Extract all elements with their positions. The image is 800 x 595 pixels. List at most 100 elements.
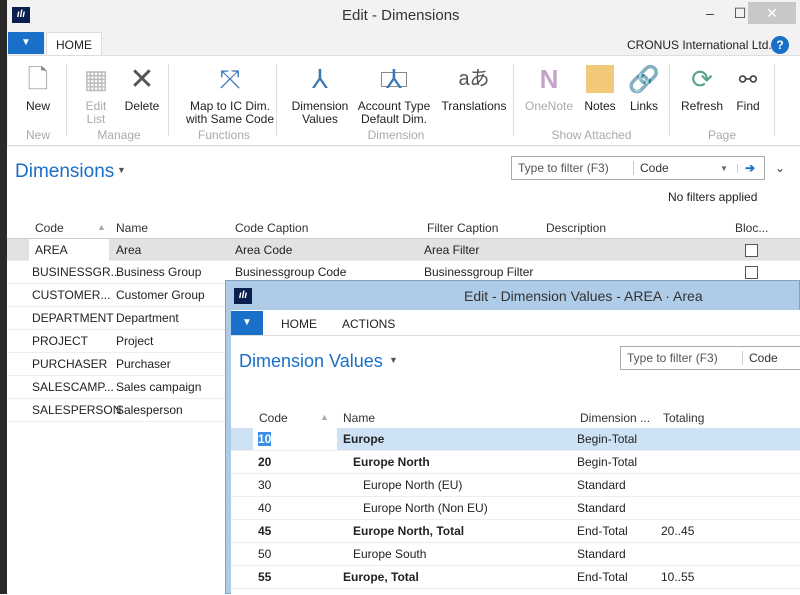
account-type-dimension-icon: ⅄	[354, 62, 434, 96]
column-header-totaling[interactable]: Totaling	[663, 411, 704, 425]
cell-dimension-value-type: Begin-Total	[577, 432, 638, 446]
links-icon: 🔗	[627, 63, 661, 94]
notes-icon	[580, 62, 620, 96]
dimension-values-button[interactable]: ⅄ Dimension Values	[288, 62, 352, 126]
map-ic-dim-button[interactable]: ⤧ Map to IC Dim. with Same Code	[174, 62, 286, 126]
cell-code: 55	[258, 570, 272, 584]
cell-dimension-value-type: Begin-Total	[577, 455, 638, 469]
column-header-name[interactable]: Name	[343, 411, 375, 425]
table-row[interactable]: 50 Europe South Standard	[231, 543, 800, 566]
page-title[interactable]: Dimension Values	[239, 351, 383, 372]
cell-totaling: 20..45	[661, 524, 695, 538]
cell-dimension-value-type: Standard	[577, 547, 626, 561]
cell-name: Europe South	[353, 547, 427, 561]
group-manage: Manage	[97, 128, 141, 142]
new-button[interactable]: 🗋 New	[18, 62, 58, 113]
window-title: Edit - Dimensions	[342, 7, 460, 24]
cell-dimension-value-type: End-Total	[577, 570, 628, 584]
chevron-down-icon[interactable]: ▼	[720, 163, 738, 173]
filter-box: Type to filter (F3) Code ▼ ➔	[511, 156, 765, 180]
cell-name: Europe	[343, 432, 385, 446]
cell-dimension-value-type: End-Total	[577, 524, 628, 538]
cell-dimension-value-type: Standard	[577, 478, 626, 492]
blocked-checkbox[interactable]	[745, 244, 758, 257]
cell-code: 10	[253, 428, 337, 450]
cell-code: 20	[258, 455, 272, 469]
blocked-checkbox[interactable]	[745, 266, 758, 279]
page-title[interactable]: Dimensions	[15, 161, 114, 183]
column-header-filter-caption[interactable]: Filter Caption	[427, 221, 498, 235]
cell-code: 50	[258, 547, 272, 561]
expand-filter-chevron-icon[interactable]: ⌄	[775, 161, 785, 175]
table-row[interactable]: 30 Europe North (EU) Standard	[231, 474, 800, 497]
column-header-code-caption[interactable]: Code Caption	[235, 221, 308, 235]
dimension-values-window: ılı Edit - Dimension Values - AREA · Are…	[225, 280, 800, 595]
cell-dimension-value-type: Standard	[577, 501, 626, 515]
page-title-dropdown-icon[interactable]: ▼	[117, 165, 126, 175]
onenote-button[interactable]: N OneNote	[520, 62, 578, 113]
refresh-icon: ⟳	[691, 63, 713, 94]
account-type-default-dim-button[interactable]: ⅄ Account Type Default Dim.	[354, 62, 434, 126]
edit-list-button[interactable]: ▦ Edit List	[76, 62, 116, 126]
table-row[interactable]: 40 Europe North (Non EU) Standard	[231, 497, 800, 520]
group-functions: Functions	[197, 128, 251, 142]
edit-list-icon: ▦	[83, 63, 109, 94]
notes-button[interactable]: Notes	[580, 62, 620, 113]
group-show-attached: Show Attached	[551, 128, 632, 142]
cell-code: 45	[258, 524, 272, 538]
filter-field-select[interactable]: Code	[743, 351, 778, 365]
navigation-menu-button[interactable]: ▼	[8, 32, 44, 54]
translations-button[interactable]: aあ Translations	[438, 62, 510, 113]
table-row[interactable]: 20 Europe North Begin-Total	[231, 451, 800, 474]
filter-box: Type to filter (F3) Code	[620, 346, 800, 370]
navigation-menu-button[interactable]: ▼	[231, 311, 263, 335]
group-dimension: Dimension	[367, 128, 425, 142]
links-button[interactable]: 🔗 Links	[624, 62, 664, 113]
binoculars-icon: ⚯	[738, 66, 758, 92]
find-button[interactable]: ⚯ Find	[730, 62, 766, 113]
app-logo-icon: ılı	[12, 7, 30, 23]
table-row[interactable]: 45 Europe North, Total End-Total 20..45	[231, 520, 800, 543]
ribbon: 🗋 New ▦ Edit List ✕ Delete ⤧ Map to IC Dim. …	[8, 55, 800, 146]
table-row[interactable]: 10 Europe Begin-Total	[231, 428, 800, 451]
delete-icon: ✕	[129, 62, 155, 96]
selected-code-text[interactable]: 10	[258, 432, 272, 446]
cell-name: Europe, Total	[343, 570, 419, 584]
filter-input[interactable]: Type to filter (F3)	[512, 161, 634, 175]
column-header-dimension-value-type[interactable]: Dimension ...	[580, 411, 650, 425]
page-title-dropdown-icon[interactable]: ▼	[389, 355, 398, 365]
close-button[interactable]: ✕	[748, 2, 796, 24]
column-header-code[interactable]: Code	[259, 411, 288, 425]
cell-name: Europe North (Non EU)	[363, 501, 488, 515]
tab-actions[interactable]: ACTIONS	[342, 317, 395, 331]
cell-name: Europe North	[353, 455, 430, 469]
table-row[interactable]: AREA Area Area Code Area Filter	[7, 238, 800, 261]
filter-status: No filters applied	[668, 190, 758, 204]
new-document-icon: 🗋	[27, 63, 49, 94]
column-header-description[interactable]: Description	[546, 221, 606, 235]
tab-home[interactable]: HOME	[46, 32, 102, 56]
window-title: Edit - Dimension Values - AREA · Area	[464, 288, 703, 304]
apply-filter-arrow-icon[interactable]: ➔	[738, 161, 762, 175]
cell-name: Europe North (EU)	[363, 478, 463, 492]
company-name: CRONUS International Ltd.	[627, 38, 772, 52]
translations-icon: aあ	[458, 67, 490, 90]
map-dimension-icon: ⤧	[219, 63, 241, 94]
tab-home[interactable]: HOME	[281, 317, 317, 331]
filter-field-select[interactable]: Code	[634, 161, 720, 175]
cell-name: Europe North, Total	[353, 524, 465, 538]
column-header-code[interactable]: Code	[35, 221, 64, 235]
minimize-button[interactable]: –	[693, 2, 727, 24]
group-new: New	[25, 128, 50, 142]
cell-totaling: 10..55	[661, 570, 695, 584]
help-icon[interactable]: ?	[771, 36, 789, 54]
table-row[interactable]: 55 Europe, Total End-Total 10..55	[231, 566, 800, 589]
group-page: Page	[707, 128, 737, 142]
delete-button[interactable]: ✕ Delete	[120, 62, 164, 113]
column-header-blocked[interactable]: Bloc...	[735, 221, 768, 235]
onenote-icon: N	[539, 63, 559, 94]
cell-code: 30	[258, 478, 272, 492]
column-header-name[interactable]: Name	[116, 221, 148, 235]
filter-input[interactable]: Type to filter (F3)	[621, 351, 743, 365]
refresh-button[interactable]: ⟳ Refresh	[674, 62, 730, 113]
